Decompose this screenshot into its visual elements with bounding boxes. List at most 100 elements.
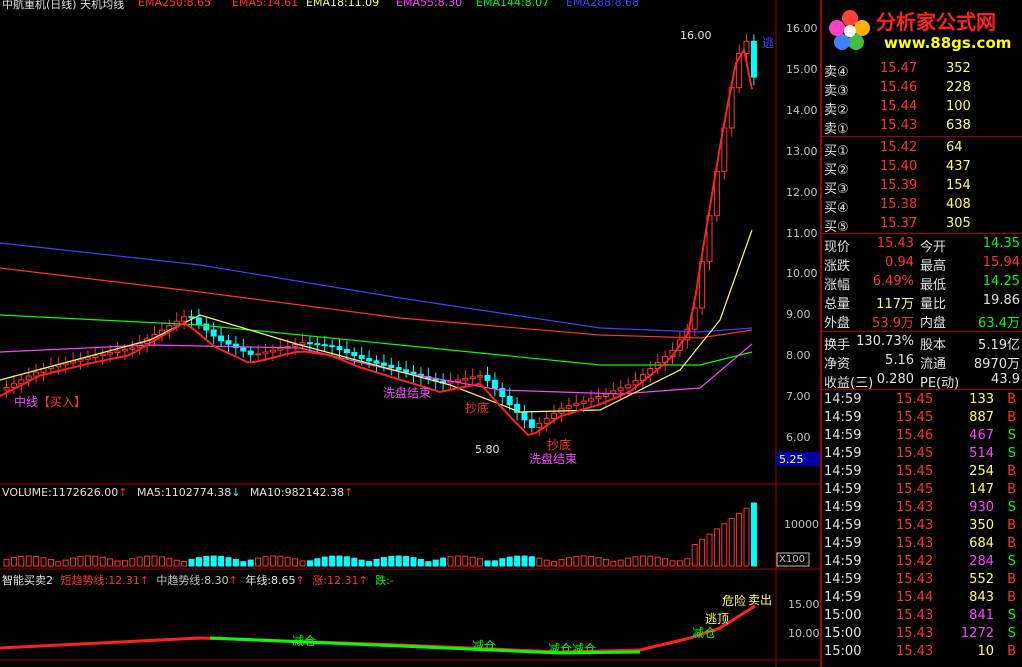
volume-bar (306, 560, 313, 567)
trade-tick-row[interactable]: 15:00 15.43 1272 S (822, 625, 1022, 643)
level-price: 15.42 (880, 140, 918, 155)
stat-key: 股本 (920, 338, 947, 353)
tick-time: 14:59 (824, 446, 862, 461)
volume-bar (721, 523, 728, 567)
ema250-line (0, 267, 753, 339)
volume-bar (506, 556, 513, 567)
tick-price: 15.43 (896, 500, 934, 515)
level-price: 15.46 (880, 80, 918, 95)
trade-tick-row[interactable]: 14:59 15.45 147 B (822, 481, 1022, 499)
logo-url[interactable]: www.88gs.com (884, 34, 1011, 52)
volume-bar (284, 556, 291, 567)
quote-value: 63.4万 (978, 316, 1020, 331)
divider (820, 389, 1022, 390)
level-volume: 228 (946, 80, 971, 95)
candle-body (25, 375, 32, 381)
quote-value: 14.35 (982, 236, 1020, 251)
tick-direction: S (1007, 446, 1016, 461)
tick-time: 14:59 (824, 482, 862, 497)
level-price: 15.43 (880, 118, 918, 133)
volume-bar (25, 555, 32, 567)
trade-tick-row[interactable]: 14:59 15.45 514 S (822, 445, 1022, 463)
volume-bar (440, 557, 447, 567)
trade-tick-row[interactable]: 14:59 15.43 930 S (822, 499, 1022, 517)
escape-top-label: 逃顶 (705, 612, 730, 626)
tick-price: 15.43 (896, 626, 934, 641)
price-tick: 15.00 (786, 62, 818, 76)
volume-bar (713, 528, 720, 567)
chart-title: 中航重机(日线) 天机均线 (2, 0, 125, 11)
candle-body (521, 411, 528, 421)
volume-bar (499, 558, 506, 567)
tick-volume: 1272 (960, 626, 994, 641)
tick-time: 14:59 (824, 518, 862, 533)
candle-body (351, 352, 358, 357)
volume-bar (277, 555, 284, 567)
volume-bar (728, 518, 735, 567)
sell-level-row[interactable]: 卖③ 15.46 228 (822, 79, 1022, 99)
divider (820, 331, 1022, 332)
volume-bar (639, 555, 646, 567)
volume-bar (292, 558, 299, 567)
volume-bar (55, 561, 62, 567)
volume-bar (40, 557, 47, 567)
trade-tick-row[interactable]: 14:59 15.46 467 S (822, 427, 1022, 445)
level-price: 15.47 (880, 61, 918, 76)
low-price-label: 5.80 (475, 443, 500, 456)
high-price-label: 16.00 (680, 29, 712, 42)
quote-row: 总量 117万 量比 19.86 (822, 292, 1022, 312)
tick-price: 15.42 (896, 554, 934, 569)
sell-level-row[interactable]: 卖① 15.43 638 (822, 117, 1022, 137)
kline-chart[interactable] (0, 0, 820, 667)
candle-body (358, 355, 365, 360)
buy-level-row[interactable]: 买③ 15.39 154 (822, 177, 1022, 197)
trade-tick-row[interactable]: 14:59 15.42 284 S (822, 553, 1022, 571)
candle-body (299, 342, 306, 346)
buy-level-row[interactable]: 买⑤ 15.37 305 (822, 215, 1022, 235)
tick-volume: 843 (969, 590, 994, 605)
volume-bar (329, 555, 336, 567)
trade-tick-row[interactable]: 14:59 15.43 684 B (822, 535, 1022, 553)
volume-bar (551, 561, 558, 567)
moving-average-lines (0, 47, 753, 436)
candle-body (329, 345, 336, 348)
buy-level-row[interactable]: 买② 15.40 437 (822, 158, 1022, 178)
candle-body (33, 371, 40, 377)
candle-body (750, 40, 757, 78)
volume-bar (654, 556, 661, 567)
tick-price: 15.43 (896, 572, 934, 587)
quote-key: 总量 (824, 297, 851, 312)
tick-time: 14:59 (824, 464, 862, 479)
trade-tick-row[interactable]: 14:59 15.45 254 B (822, 463, 1022, 481)
trade-tick-row[interactable]: 15:00 15.43 841 S (822, 607, 1022, 625)
level-volume: 437 (946, 159, 971, 174)
volume-bar (70, 557, 77, 567)
volume-bar (521, 555, 528, 567)
volume-bar (736, 512, 743, 567)
sell-level-row[interactable]: 卖② 15.44 100 (822, 98, 1022, 118)
trade-tick-row[interactable]: 14:59 15.44 843 B (822, 589, 1022, 607)
candle-body (617, 387, 624, 392)
stat-key: 换手 (824, 338, 851, 353)
ema55-label: EMA55:8.30 (396, 0, 463, 9)
buy-level-row[interactable]: 买① 15.42 64 (822, 139, 1022, 159)
volume-bar (144, 555, 151, 567)
trade-tick-row[interactable]: 14:59 15.45 133 B (822, 391, 1022, 409)
trade-tick-row[interactable]: 14:59 15.43 350 B (822, 517, 1022, 535)
tick-price: 15.46 (896, 428, 934, 443)
price-tick: 13.00 (786, 144, 818, 158)
buy-level-row[interactable]: 买④ 15.38 408 (822, 196, 1022, 216)
candle-body (121, 348, 128, 352)
trade-tick-row[interactable]: 14:59 15.43 552 B (822, 571, 1022, 589)
level-price: 15.39 (880, 178, 918, 193)
stat-row: 净资 5.16 流通 8970万 (822, 352, 1022, 372)
sell-label: 卖出 (748, 593, 773, 607)
volume-tick: 10000 (784, 518, 819, 531)
trade-tick-row[interactable]: 14:59 15.45 887 B (822, 409, 1022, 427)
candle-body (462, 377, 469, 381)
trade-tick-row[interactable]: 15:00 15.43 10 B (822, 643, 1022, 661)
sell-level-row[interactable]: 卖④ 15.47 352 (822, 60, 1022, 80)
volume-bar (3, 558, 10, 567)
volume-bar (647, 555, 654, 567)
tick-time: 15:00 (824, 608, 862, 623)
